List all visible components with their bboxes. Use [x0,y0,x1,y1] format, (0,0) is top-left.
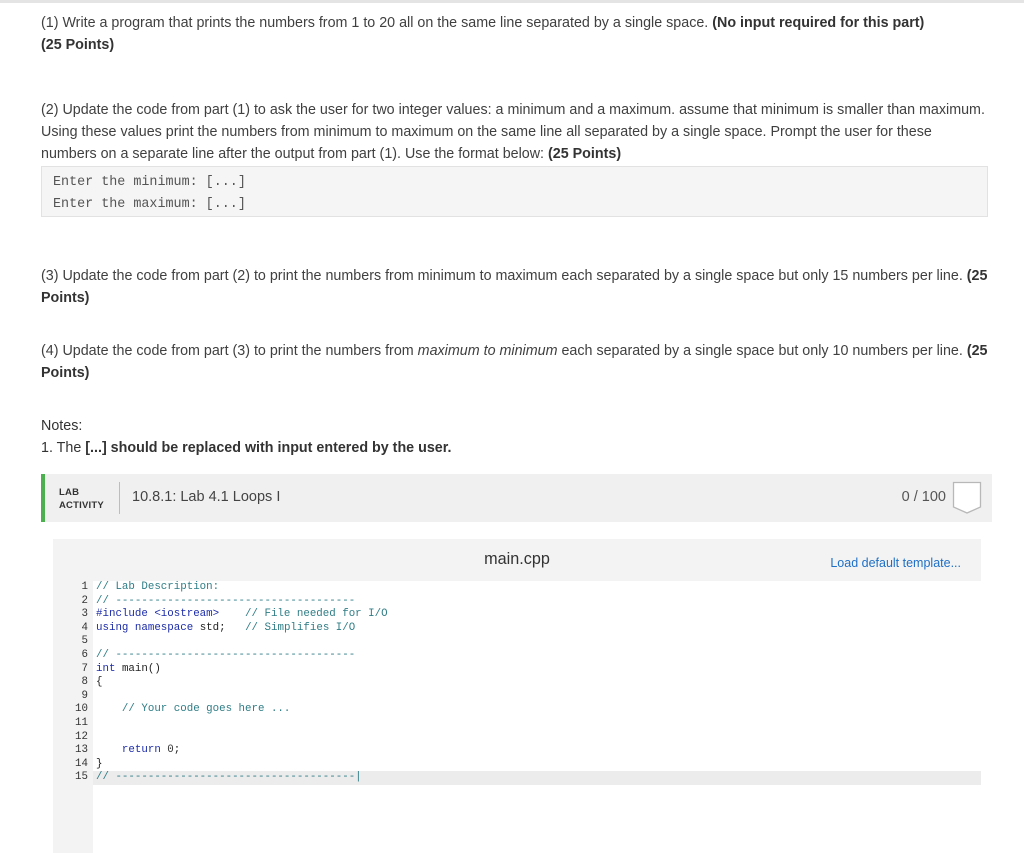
notes-title: Notes: [41,418,83,434]
line-number: 15 [75,771,88,784]
code-line: using namespace std; // Simplifies I/O [96,621,356,634]
header-divider [119,482,120,514]
instruction-part-3: (3) Update the code from part (2) to pri… [41,265,991,309]
part-3-text: (3) Update the code from part (2) to pri… [41,268,963,284]
part-4-emphasis: maximum to minimum [417,343,558,359]
code-line: return 0; [121,744,181,757]
note-1-prefix: 1. The [41,440,82,456]
line-number-gutter: 1 2 3 4 5 6 7 8 9 10 11 12 13 14 15 [53,581,93,853]
line-number: 8 [81,676,88,689]
note-1-text: [...] should be replaced with input ente… [85,440,452,456]
instructions: (1) Write a program that prints the numb… [41,12,991,456]
line-number: 5 [81,635,88,648]
part-1-text: (1) Write a program that prints the numb… [41,15,709,31]
line-number: 1 [81,581,88,593]
load-default-template-link[interactable]: Load default template... [830,556,961,570]
format-line-minimum: Enter the minimum: [...] [53,175,246,190]
code-line: #include <iostream> // File needed for I… [96,608,388,621]
lab-tag-line-1: LAB [59,487,80,498]
line-number: 12 [75,730,88,743]
instruction-part-4: (4) Update the code from part (3) to pri… [41,340,991,384]
input-format-block: Enter the minimum: [...] Enter the maxim… [41,166,988,217]
line-number: 10 [75,703,88,716]
part-1-points: (25 Points) [41,37,115,53]
format-line-maximum: Enter the maximum: [...] [53,196,246,212]
lab-score: 0 / 100 [901,489,946,505]
code-line: // ------------------------------------- [96,594,356,607]
code-line-active: // -------------------------------------… [93,771,981,785]
notes: Notes: 1. The [...] should be replaced w… [41,415,991,459]
line-number: 14 [75,757,88,770]
code-line: { [96,676,103,689]
code-line: // Lab Description: [96,581,220,593]
part-2-text: (2) Update the code from part (1) to ask… [41,102,985,162]
instruction-part-1: (1) Write a program that prints the numb… [41,12,991,56]
line-number: 11 [75,716,88,729]
line-number: 6 [81,648,88,661]
line-number: 3 [81,608,88,621]
code-editor-panel: main.cpp Load default template... 1 2 3 … [53,539,981,853]
code-input-area[interactable]: // Lab Description: // -----------------… [93,581,981,853]
part-4-text-after: each separated by a single space but onl… [561,343,963,359]
score-badge-icon [952,481,982,514]
part-2-points: (25 Points) [548,146,622,162]
code-line: } [96,757,103,770]
line-number: 4 [81,621,88,634]
code-line: int main() [96,662,161,675]
line-number: 2 [81,594,88,607]
lab-activity-header: LAB ACTIVITY 10.8.1: Lab 4.1 Loops I 0 /… [41,474,992,522]
part-4-text-before: (4) Update the code from part (3) to pri… [41,343,414,359]
lab-title: 10.8.1: Lab 4.1 Loops I [132,489,281,505]
instruction-part-2: (2) Update the code from part (1) to ask… [41,99,991,165]
line-number: 9 [81,689,88,702]
lab-activity-tag: LAB ACTIVITY [59,486,104,512]
part-1-note: (No input required for this part) [712,15,925,31]
lab-tag-line-2: ACTIVITY [59,500,104,511]
code-line: // Your code goes here ... [121,703,291,716]
line-number: 13 [75,744,88,757]
code-line: // ------------------------------------- [96,648,356,661]
line-number: 7 [81,662,88,675]
top-divider [0,0,1024,3]
